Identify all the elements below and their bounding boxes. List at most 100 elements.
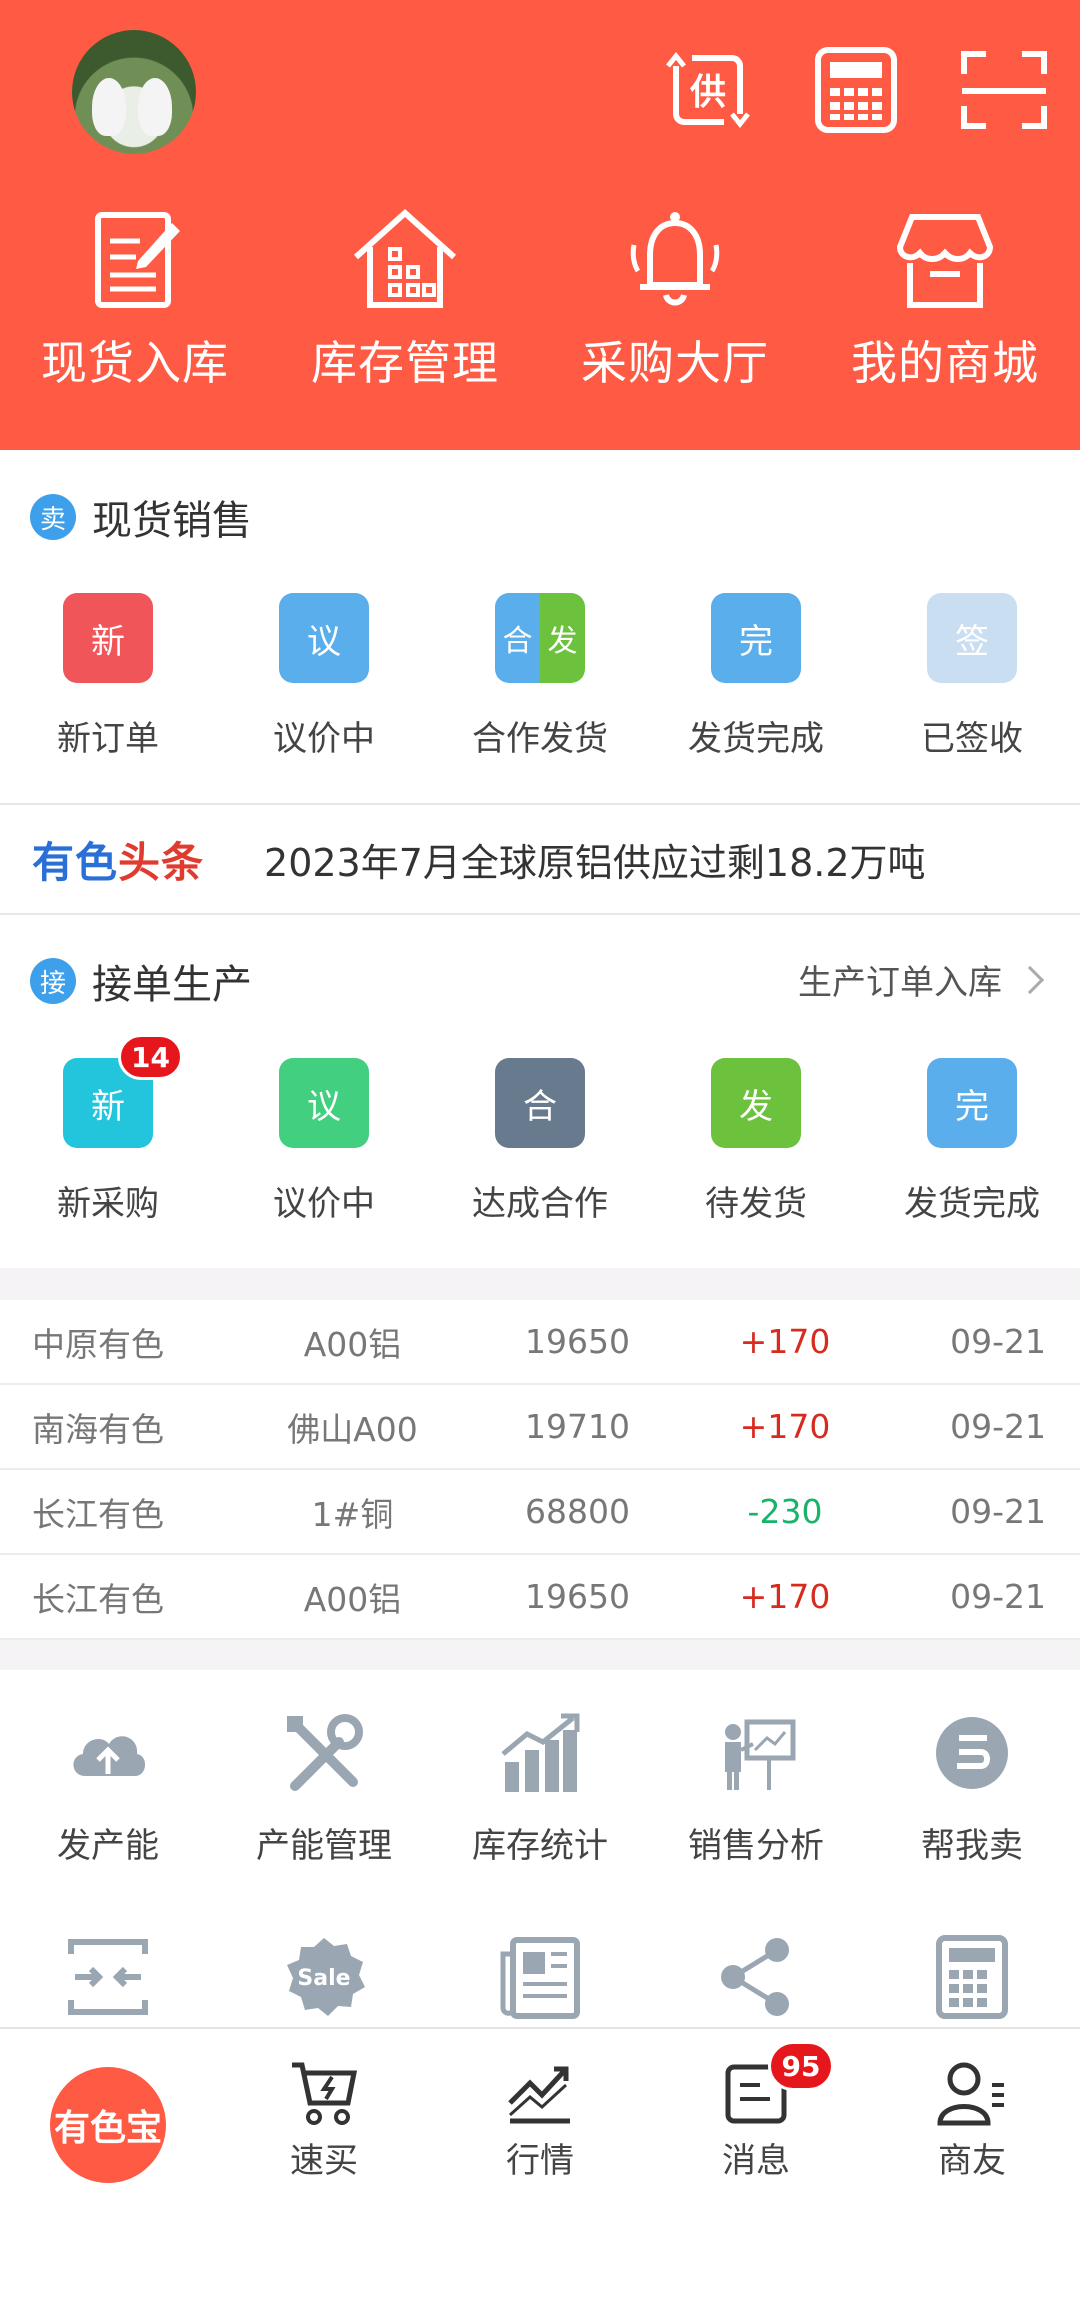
production-stock-in-link[interactable]: 生产订单入库 [798, 955, 1045, 1004]
tool-label: 销售分析 [688, 1826, 824, 1866]
table-row[interactable]: 长江有色 A00铝 19650 +170 09-21 [0, 1555, 1080, 1640]
edit-note-icon [95, 212, 180, 308]
tool-news[interactable] [432, 1934, 648, 2020]
supply-glyph: 供 [690, 72, 726, 113]
table-row[interactable]: 中原有色 A00铝 19650 +170 09-21 [0, 1300, 1080, 1385]
status-square: 议 [279, 593, 369, 683]
merge-arrows-icon [68, 1939, 148, 2015]
nav-home[interactable]: 有色宝 [0, 2029, 216, 2209]
tool-inventory-stats[interactable]: 库存统计 [432, 1710, 648, 1867]
prod-new-purchase[interactable]: 新 14 新采购 [0, 1034, 216, 1225]
headline-bar[interactable]: 有色头条 2023年7月全球原铝供应过剩18.2万吨 [0, 805, 1080, 913]
prod-agreed[interactable]: 合 达成合作 [432, 1058, 648, 1225]
tool-label: 库存统计 [472, 1826, 608, 1866]
prod-pending-shipment[interactable]: 发 待发货 [648, 1058, 864, 1225]
price-table: 中原有色 A00铝 19650 +170 09-21 南海有色 佛山A00 19710 +… [0, 1300, 1080, 1640]
status-label: 议价中 [273, 719, 375, 759]
section-gap [0, 1268, 1080, 1300]
status-label: 新采购 [57, 1184, 159, 1224]
production-grid: 新 14 新采购 议 议价中 合 达成合作 发 待发货 完 发货完成 [0, 1034, 1080, 1225]
count-badge: 14 [118, 1034, 183, 1080]
status-label: 已签收 [921, 719, 1023, 759]
home-button[interactable]: 有色宝 [50, 2067, 166, 2183]
spot-new-order[interactable]: 新 新订单 [0, 593, 216, 760]
sale-text: Sale [297, 1966, 350, 1991]
quick-label: 我的商城 [851, 336, 1039, 390]
tool-help-me-sell[interactable]: 帮我卖 [864, 1710, 1080, 1867]
calculator-icon [936, 1935, 1008, 2019]
tool-label: 发产能 [57, 1826, 159, 1866]
tool-label: 帮我卖 [921, 1826, 1023, 1866]
headline-text[interactable]: 2023年7月全球原铝供应过剩18.2万吨 [264, 832, 926, 887]
nav-quick-buy[interactable]: 速买 [216, 2029, 432, 2209]
status-label: 达成合作 [472, 1184, 608, 1224]
prod-negotiating[interactable]: 议 议价中 [216, 1058, 432, 1225]
status-square: 完 [927, 1058, 1017, 1148]
tools-icon [287, 1714, 363, 1791]
tool-sale[interactable]: Sale [216, 1934, 432, 2020]
sell-helper-icon [936, 1717, 1008, 1789]
spot-signed[interactable]: 签 已签收 [864, 593, 1080, 760]
status-square: 合 [495, 1058, 585, 1148]
status-label: 发货完成 [688, 719, 824, 759]
link-label: 生产订单入库 [798, 963, 1002, 1003]
spot-shipped[interactable]: 完 发货完成 [648, 593, 864, 760]
presentation-icon [725, 1719, 796, 1790]
bottom-nav: 有色宝 速买 行情 95 消息 商友 [0, 2027, 1080, 2305]
tool-share[interactable] [648, 1934, 864, 2020]
chevron-right-icon [1015, 965, 1045, 994]
glyph-right: 发 [540, 593, 585, 683]
section-title: 现货销售 [92, 498, 252, 544]
status-label: 待发货 [705, 1184, 807, 1224]
tool-merge[interactable] [0, 1934, 216, 2020]
spot-cooperative-shipping[interactable]: 合 发 合作发货 [432, 593, 648, 760]
quick-label: 采购大厅 [581, 336, 769, 390]
status-square: 合 发 [495, 593, 585, 683]
status-square: 完 [711, 593, 801, 683]
section-gap [0, 1640, 1080, 1670]
spot-negotiating[interactable]: 议 议价中 [216, 593, 432, 760]
table-row[interactable]: 长江有色 1#铜 68800 -230 09-21 [0, 1470, 1080, 1555]
nav-messages[interactable]: 95 消息 [648, 2029, 864, 2209]
production-title: 接 接单生产 [30, 952, 252, 1010]
nav-contacts[interactable]: 商友 [864, 2029, 1080, 2209]
status-label: 发货完成 [904, 1184, 1040, 1224]
sell-badge: 卖 [30, 494, 76, 540]
quick-purchase-hall[interactable]: 采购大厅 [540, 205, 810, 393]
market-trend-icon [508, 2066, 570, 2123]
nav-label: 商友 [938, 2140, 1006, 2181]
divider [0, 913, 1080, 915]
status-square: 发 [711, 1058, 801, 1148]
quick-label: 库存管理 [311, 336, 499, 390]
scan-icon[interactable] [958, 44, 1050, 136]
tool-sales-analysis[interactable]: 销售分析 [648, 1710, 864, 1867]
calculator-icon[interactable] [810, 44, 902, 136]
quick-inventory[interactable]: 库存管理 [270, 205, 540, 393]
spot-sales-grid: 新 新订单 议 议价中 合 发 合作发货 完 发货完成 签 已签收 [0, 593, 1080, 760]
supply-switch-icon[interactable]: 供 [662, 44, 754, 136]
quick-spot-stock-in[interactable]: 现货入库 [0, 205, 270, 393]
bar-growth-icon [501, 1713, 580, 1792]
nav-label: 行情 [506, 2140, 574, 2181]
status-square: 签 [927, 593, 1017, 683]
table-row[interactable]: 南海有色 佛山A00 19710 +170 09-21 [0, 1385, 1080, 1470]
tool-label: 产能管理 [256, 1826, 392, 1866]
section-title: 接单生产 [92, 962, 252, 1008]
sale-tag-icon: Sale [287, 1938, 365, 2016]
bell-icon [630, 212, 720, 306]
tool-capacity-management[interactable]: 产能管理 [216, 1710, 432, 1867]
tools-row-1: 发产能 产能管理 库存统计 销售分析 帮我卖 [0, 1710, 1080, 1867]
tool-calculator[interactable] [864, 1934, 1080, 2020]
nav-label: 消息 [722, 2140, 790, 2181]
prod-shipped[interactable]: 完 发货完成 [864, 1058, 1080, 1225]
tool-publish-capacity[interactable]: 发产能 [0, 1710, 216, 1867]
cloud-upload-icon [73, 1736, 146, 1776]
newspaper-icon [500, 1937, 580, 2019]
warehouse-icon [353, 208, 457, 308]
status-label: 新订单 [57, 719, 159, 759]
quick-my-store[interactable]: 我的商城 [810, 205, 1080, 393]
user-avatar[interactable] [72, 30, 196, 154]
status-square: 议 [279, 1058, 369, 1148]
glyph-left: 合 [495, 593, 540, 683]
nav-market[interactable]: 行情 [432, 2029, 648, 2209]
